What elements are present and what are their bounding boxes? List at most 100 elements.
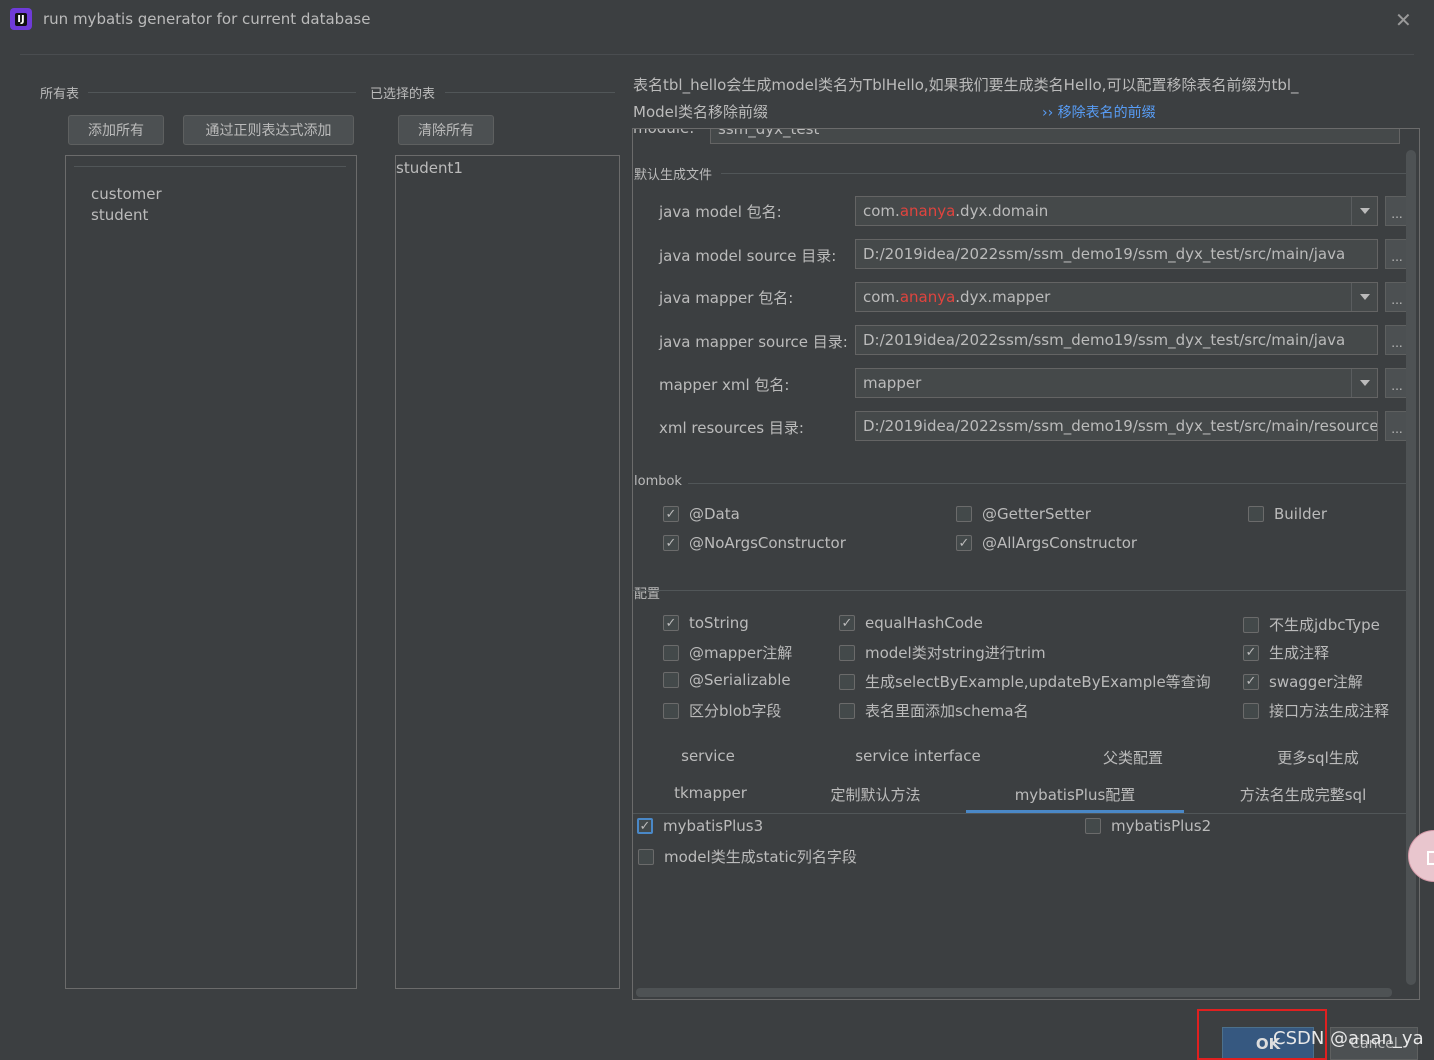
clear-all-button[interactable]: 清除所有	[398, 115, 494, 145]
checkbox-label: 接口方法生成注释	[1269, 702, 1390, 720]
tab-custom-default-methods[interactable]: 定制默认方法	[813, 784, 938, 805]
horizontal-scrollbar[interactable]	[636, 988, 1392, 997]
close-icon[interactable]: ✕	[1395, 8, 1412, 32]
checkbox-checked-icon	[663, 535, 679, 551]
package-prefix: com.	[863, 288, 900, 306]
config-label: 配置	[634, 587, 661, 602]
checkbox-icon	[638, 848, 654, 865]
package-suffix: .dyx.domain	[955, 202, 1049, 220]
mybatisplus3-checkbox[interactable]: mybatisPlus3	[637, 817, 763, 835]
chevron-down-icon[interactable]	[1351, 283, 1377, 311]
tab-parent-class[interactable]: 父类配置	[1073, 747, 1193, 768]
settings-scroll-panel[interactable]: module: ssm_dyx_test 默认生成文件 java model 包…	[632, 128, 1420, 1000]
title-divider	[20, 54, 1414, 55]
checkbox-icon	[663, 644, 679, 661]
mapper-xml-package-combo[interactable]: mapper	[855, 368, 1378, 398]
tab-more-sql[interactable]: 更多sql生成	[1253, 747, 1383, 768]
checkbox-icon	[663, 702, 679, 719]
checkbox-icon	[839, 673, 855, 690]
checkbox-icon	[839, 644, 855, 661]
interface-comment-checkbox[interactable]: 接口方法生成注释	[1243, 700, 1389, 721]
selected-tables-divider	[445, 92, 615, 93]
checkbox-label: swagger注解	[1269, 673, 1363, 691]
select-by-example-checkbox[interactable]: 生成selectByExample,updateByExample等查询	[839, 671, 1211, 692]
checkbox-label: 表名里面添加schema名	[865, 702, 1029, 720]
tabs-divider	[633, 813, 1408, 814]
tab-service-interface[interactable]: service interface	[838, 747, 998, 765]
all-tables-label: 所有表	[40, 87, 80, 102]
watermark: CSDN @anan_ya	[1273, 1028, 1424, 1049]
static-column-fields-checkbox[interactable]: model类生成static列名字段	[638, 846, 857, 867]
java-mapper-package-combo[interactable]: com. ananya .dyx.mapper	[855, 282, 1378, 312]
checkbox-checked-icon	[839, 615, 855, 631]
chevron-down-icon[interactable]	[1351, 197, 1377, 225]
list-item[interactable]: customer	[91, 184, 162, 205]
xml-resources-label: xml resources 目录:	[659, 419, 804, 437]
selected-tables-list[interactable]: student1	[395, 155, 620, 989]
no-jdbctype-checkbox[interactable]: 不生成jdbcType	[1243, 614, 1380, 635]
list-item[interactable]: student	[91, 205, 162, 226]
blob-field-checkbox[interactable]: 区分blob字段	[663, 700, 781, 721]
chevron-down-icon[interactable]	[1351, 369, 1377, 397]
package-suffix: .dyx.mapper	[955, 288, 1051, 306]
checkbox-icon	[1085, 818, 1101, 834]
checkbox-label: Builder	[1274, 505, 1328, 523]
lombok-divider	[688, 483, 1408, 484]
schema-name-checkbox[interactable]: 表名里面添加schema名	[839, 700, 1029, 721]
tab-tkmapper[interactable]: tkmapper	[653, 784, 768, 802]
package-highlight: ananya	[899, 202, 956, 220]
checkbox-label: @mapper注解	[689, 644, 793, 662]
checkbox-icon	[839, 702, 855, 719]
remove-prefix-link[interactable]: ›› 移除表名的前缀	[1042, 102, 1156, 122]
checkbox-checked-icon	[663, 506, 679, 522]
serializable-checkbox[interactable]: @Serializable	[663, 671, 791, 689]
package-highlight: ananya	[899, 288, 956, 306]
prefix-hint-text: 表名tbl_hello会生成model类名为TblHello,如果我们要生成类名…	[633, 76, 1299, 94]
tab-full-sql-method-name[interactable]: 方法名生成完整sql	[1223, 784, 1383, 805]
xml-resources-field[interactable]: D:/2019idea/2022ssm/ssm_demo19/ssm_dyx_t…	[855, 411, 1378, 441]
checkbox-label: mybatisPlus2	[1111, 817, 1212, 835]
checkbox-icon	[663, 672, 679, 688]
checkbox-checked-icon	[1243, 673, 1259, 690]
equalhashcode-checkbox[interactable]: equalHashCode	[839, 614, 983, 632]
intellij-app-icon: IJ	[10, 8, 32, 30]
lombok-data-checkbox[interactable]: @Data	[663, 505, 740, 523]
tab-mybatisplus[interactable]: mybatisPlus配置	[966, 784, 1184, 805]
list-item[interactable]: student1	[396, 158, 463, 179]
java-model-package-label: java model 包名:	[659, 203, 782, 221]
checkbox-label: @Serializable	[689, 671, 791, 689]
lombok-allargs-checkbox[interactable]: @AllArgsConstructor	[956, 534, 1137, 552]
add-all-button[interactable]: 添加所有	[68, 115, 164, 145]
java-model-source-field[interactable]: D:/2019idea/2022ssm/ssm_demo19/ssm_dyx_t…	[855, 239, 1378, 269]
lombok-noargs-checkbox[interactable]: @NoArgsConstructor	[663, 534, 846, 552]
checkbox-icon	[1248, 506, 1264, 522]
mapper-annotation-checkbox[interactable]: @mapper注解	[663, 642, 792, 663]
mybatisplus2-checkbox[interactable]: mybatisPlus2	[1085, 817, 1211, 835]
module-combo[interactable]: ssm_dyx_test	[710, 129, 1400, 144]
double-chevron-icon: ››	[1042, 105, 1054, 121]
default-files-divider	[721, 173, 1411, 174]
java-mapper-source-field[interactable]: D:/2019idea/2022ssm/ssm_demo19/ssm_dyx_t…	[855, 325, 1378, 355]
default-files-label: 默认生成文件	[634, 168, 713, 183]
checkbox-label: toString	[689, 614, 749, 632]
string-trim-checkbox[interactable]: model类对string进行trim	[839, 642, 1046, 663]
lombok-builder-checkbox[interactable]: Builder	[1248, 505, 1327, 523]
checkbox-label: mybatisPlus3	[663, 817, 764, 835]
java-model-package-combo[interactable]: com. ananya .dyx.domain	[855, 196, 1378, 226]
swagger-annotation-checkbox[interactable]: swagger注解	[1243, 671, 1363, 692]
tab-service[interactable]: service	[653, 747, 763, 765]
checkbox-label: equalHashCode	[865, 614, 983, 632]
remove-prefix-label: Model类名移除前缀	[633, 103, 769, 121]
checkbox-label: 不生成jdbcType	[1269, 616, 1380, 634]
lombok-gettersetter-checkbox[interactable]: @GetterSetter	[956, 505, 1091, 523]
selected-tables-label: 已选择的表	[370, 87, 436, 102]
package-prefix: com.	[863, 202, 900, 220]
title-bar: IJ run mybatis generator for current dat…	[0, 0, 1434, 40]
remove-prefix-link-text[interactable]: 移除表名的前缀	[1058, 105, 1156, 121]
tostring-checkbox[interactable]: toString	[663, 614, 749, 632]
config-divider	[633, 590, 1408, 591]
generate-comment-checkbox[interactable]: 生成注释	[1243, 642, 1329, 663]
checkbox-checked-icon	[663, 615, 679, 631]
add-by-regex-button[interactable]: 通过正则表达式添加	[183, 115, 354, 145]
all-tables-list[interactable]: customer student	[65, 155, 357, 989]
